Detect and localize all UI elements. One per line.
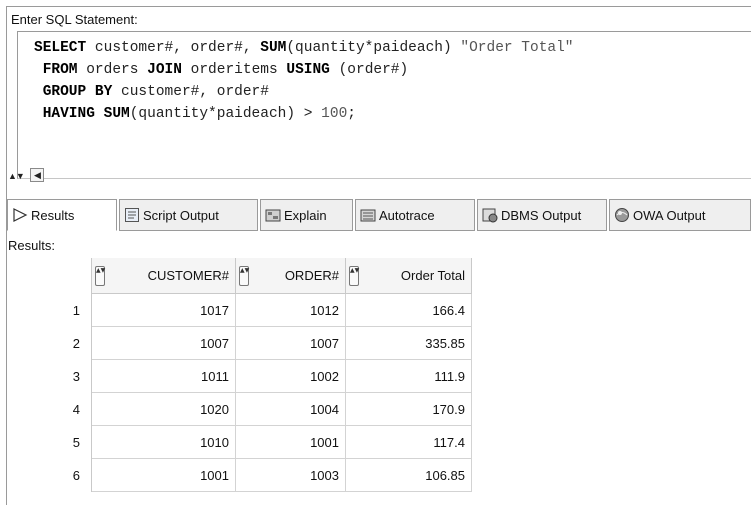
row-number: 6 [8,459,92,492]
output-tab-bar: Results Script Output Explain Autotrace DBMS… [7,199,751,233]
results-triangle-icon [12,207,28,223]
horizontal-scroll-left-button[interactable]: ◀ [30,168,44,182]
results-grid: ▲▼ CUSTOMER# ▲▼ ORDER# ▲▼ Order Total 1 1017 10… [8,258,751,505]
tab-label: OWA Output [633,207,706,223]
sql-token: orderitems [181,62,287,78]
script-output-icon [124,207,140,223]
sql-token: orders [77,62,148,78]
sort-az-icon[interactable]: ▲▼ [349,266,359,286]
column-header[interactable]: ▲▼ ORDER# [236,258,346,294]
tab-owa-output[interactable]: OWA Output [609,199,751,231]
results-label: Results: [8,238,55,253]
sql-statement-label: Enter SQL Statement: [11,12,138,27]
table-row[interactable]: 1 1017 1012 166.4 [8,294,472,327]
splitter-arrows-icon[interactable]: ▲▼ [8,172,25,181]
sort-az-icon[interactable]: ▲▼ [239,266,249,286]
table-row[interactable]: 5 1010 1001 117.4 [8,426,472,459]
table-cell[interactable]: 1002 [236,360,346,393]
table-cell[interactable]: 1011 [92,360,236,393]
sql-keyword: HAVING [42,106,95,122]
sql-token: (order#) [329,62,409,78]
tab-autotrace[interactable]: Autotrace [355,199,475,231]
column-header-label: Order Total [400,268,465,283]
tab-label: Script Output [143,207,219,223]
row-number: 5 [8,426,92,459]
explain-icon [265,207,281,223]
row-number-header [8,258,92,294]
table-cell[interactable]: 1007 [236,327,346,360]
column-header-label: ORDER# [284,268,339,283]
owa-output-icon [614,207,630,223]
tab-script-output[interactable]: Script Output [119,199,258,231]
sql-editor[interactable]: SELECT customer#, order#, SUM(quantity*p… [17,31,751,182]
sql-line: FROM orders JOIN orderitems USING (order… [34,59,574,81]
table-cell[interactable]: 1010 [92,426,236,459]
table-row[interactable]: 3 1011 1002 111.9 [8,360,472,393]
tab-explain[interactable]: Explain [260,199,353,231]
sql-keyword: USING [286,62,330,78]
table-cell[interactable]: 1017 [92,294,236,327]
column-header-label: CUSTOMER# [147,268,229,283]
sql-keyword: SUM [103,106,130,122]
table-row[interactable]: 4 1020 1004 170.9 [8,393,472,426]
sql-keyword: SELECT [34,40,87,56]
sql-code: SELECT customer#, order#, SUM(quantity*p… [34,37,574,125]
tab-label: Explain [284,207,327,223]
sort-az-icon[interactable]: ▲▼ [95,266,105,286]
sql-token: (quantity*paideach) > [129,106,322,122]
column-header[interactable]: ▲▼ CUSTOMER# [92,258,236,294]
table-cell[interactable]: 1001 [236,426,346,459]
table-cell[interactable]: 1012 [236,294,346,327]
table-cell[interactable]: 111.9 [346,360,472,393]
row-number: 3 [8,360,92,393]
grid-header-row: ▲▼ CUSTOMER# ▲▼ ORDER# ▲▼ Order Total [8,258,472,294]
autotrace-icon [360,207,376,223]
sql-token: customer#, order# [112,84,269,100]
tab-results[interactable]: Results [7,199,117,231]
table-cell[interactable]: 106.85 [346,459,472,492]
sql-keyword: JOIN [147,62,182,78]
table-cell[interactable]: 1003 [236,459,346,492]
tab-label: DBMS Output [501,207,582,223]
row-number: 2 [8,327,92,360]
sql-token: (quantity*paideach) [286,40,461,56]
tab-label: Autotrace [379,207,435,223]
tab-label: Results [31,207,75,223]
dbms-output-icon [482,207,498,223]
sql-keyword: SUM [260,40,287,56]
sql-keyword: GROUP BY [42,84,113,100]
table-cell[interactable]: 1007 [92,327,236,360]
grid-body: 1 1017 1012 166.4 2 1007 1007 335.85 3 1011 1002 11… [8,294,472,492]
sql-line: HAVING SUM(quantity*paideach) > 100; [34,103,574,125]
table-cell[interactable]: 117.4 [346,426,472,459]
sql-line: GROUP BY customer#, order# [34,81,574,103]
table-cell[interactable]: 335.85 [346,327,472,360]
sql-token: 100 [321,106,348,122]
sql-token: customer#, order#, [86,40,261,56]
sql-token: ; [347,106,356,122]
sql-token: "Order Total" [460,40,574,56]
row-number: 4 [8,393,92,426]
sql-line: SELECT customer#, order#, SUM(quantity*p… [34,37,574,59]
table-cell[interactable]: 1020 [92,393,236,426]
table-cell[interactable]: 1004 [236,393,346,426]
table-row[interactable]: 6 1001 1003 106.85 [8,459,472,492]
scroll-left-arrow-icon: ◀ [34,170,41,180]
sql-keyword: FROM [42,62,78,78]
row-number: 1 [8,294,92,327]
column-header[interactable]: ▲▼ Order Total [346,258,472,294]
table-cell[interactable]: 170.9 [346,393,472,426]
table-row[interactable]: 2 1007 1007 335.85 [8,327,472,360]
table-cell[interactable]: 1001 [92,459,236,492]
tab-dbms-output[interactable]: DBMS Output [477,199,607,231]
table-cell[interactable]: 166.4 [346,294,472,327]
